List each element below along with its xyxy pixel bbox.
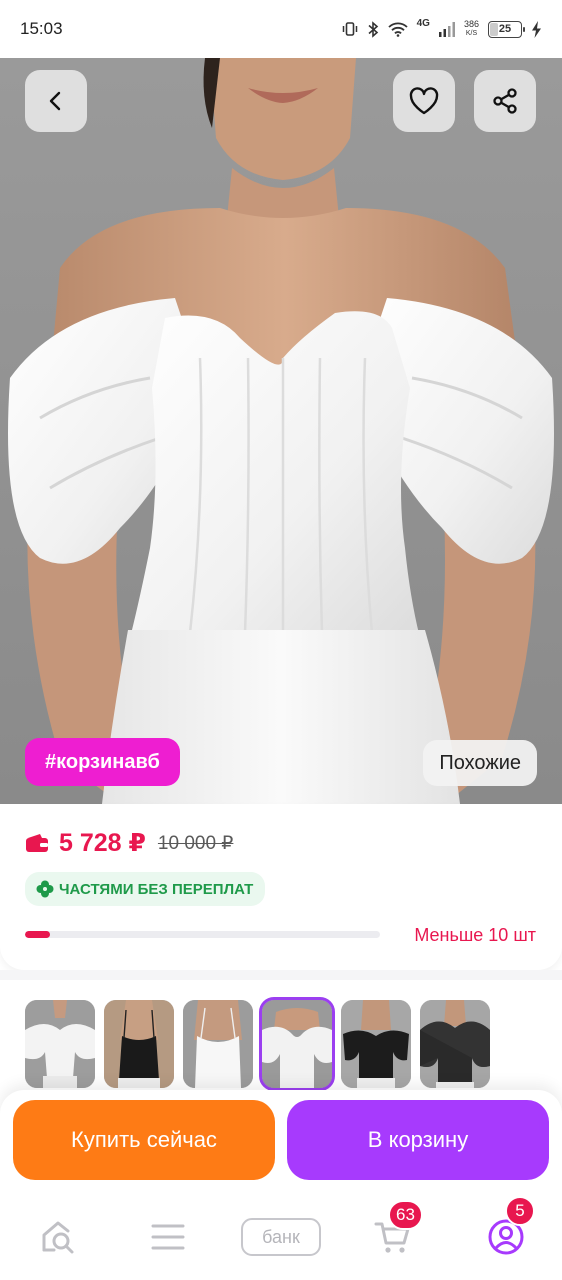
thumbnail-white-off-shoulder[interactable] — [259, 997, 335, 1091]
wallet-icon — [26, 834, 48, 852]
gallery-separator — [0, 970, 562, 980]
color-thumbnails — [25, 997, 490, 1091]
add-to-cart-button[interactable]: В корзину — [287, 1100, 549, 1180]
charging-icon — [532, 20, 541, 38]
signal-icon — [438, 21, 455, 37]
price-row: 5 728 ₽ 10 000 ₽ — [25, 828, 233, 858]
network-speed: 386 K/S — [463, 19, 479, 38]
battery-level: 25 — [498, 23, 512, 35]
status-icons: 4G 386 K/S 25 — [342, 18, 542, 38]
thumbnail-black-cami[interactable] — [104, 1000, 174, 1088]
profile-badge: 5 — [505, 1196, 535, 1226]
status-time: 15:03 — [20, 19, 63, 38]
hashtag-badge[interactable]: #корзинавб — [25, 738, 180, 786]
status-bar: 15:03 4G 386 K/S 25 — [0, 0, 562, 58]
bank-label: банк — [241, 1218, 321, 1256]
stock-progress-fill — [25, 931, 50, 938]
nav-profile[interactable]: 5 — [481, 1196, 535, 1262]
thumbnail-black-off-shoulder[interactable] — [341, 1000, 411, 1088]
thumbnail-white-cami[interactable] — [183, 1000, 253, 1088]
back-icon — [49, 91, 61, 111]
buy-now-button[interactable]: Купить сейчас — [13, 1100, 275, 1180]
network-type: 4G — [416, 18, 430, 29]
heart-icon — [409, 87, 439, 115]
purchase-actions: Купить сейчас В корзину — [0, 1090, 562, 1190]
nav-bank[interactable]: банк — [240, 1212, 322, 1262]
thumbnail-white-puff-sleeve[interactable] — [25, 1000, 95, 1088]
nav-cart[interactable]: 63 — [368, 1200, 423, 1262]
thumbnail-black-sheer-sleeve[interactable] — [420, 1000, 490, 1088]
back-button[interactable] — [25, 70, 87, 132]
product-photo[interactable]: #корзинавб Похожие — [0, 58, 562, 804]
clover-icon — [36, 880, 54, 898]
current-price: 5 728 ₽ — [59, 829, 146, 857]
favorite-button[interactable] — [393, 70, 455, 132]
cart-badge: 63 — [388, 1200, 423, 1230]
wifi-icon — [388, 22, 408, 37]
catalog-icon — [151, 1224, 185, 1250]
installments-badge[interactable]: ЧАСТЯМИ БЕЗ ПЕРЕПЛАТ — [25, 872, 266, 906]
product-screen: 15:03 4G 386 K/S 25 #корзинавб Похожие 5… — [0, 0, 562, 1280]
battery-icon: 25 — [488, 20, 525, 38]
stock-label: Меньше 10 шт — [414, 925, 536, 945]
share-icon — [493, 88, 517, 114]
home-icon — [42, 1221, 74, 1254]
vibrate-icon — [342, 22, 357, 36]
nav-catalog[interactable] — [143, 1212, 193, 1262]
stock-progress — [25, 931, 380, 938]
similar-button[interactable]: Похожие — [423, 740, 537, 786]
product-image — [0, 58, 562, 804]
nav-home[interactable] — [33, 1212, 83, 1262]
old-price: 10 000 ₽ — [157, 832, 234, 854]
installments-label: ЧАСТЯМИ БЕЗ ПЕРЕПЛАТ — [59, 880, 254, 898]
bottom-navigation: банк 63 5 — [0, 1190, 562, 1280]
share-button[interactable] — [474, 70, 536, 132]
bluetooth-icon — [368, 20, 378, 38]
